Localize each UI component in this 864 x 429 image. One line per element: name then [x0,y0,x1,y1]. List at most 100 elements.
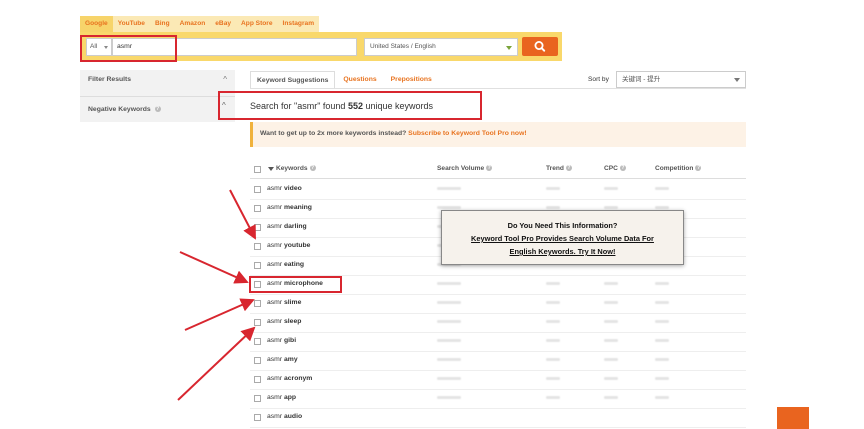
info-icon: ? [695,165,702,172]
blurred-competition [655,187,669,190]
keyword-prefix: asmr [267,318,283,325]
col-keywords[interactable]: Keywords? [276,165,316,172]
keyword-prefix: asmr [267,337,283,344]
tab-ebay[interactable]: eBay [210,16,236,32]
table-row[interactable]: asmr slime [250,294,746,314]
tab-questions[interactable]: Questions [337,71,382,88]
promo-banner: Want to get up to 2x more keywords inste… [250,122,746,147]
sort-desc-icon[interactable] [268,167,274,172]
promo-text: Want to get up to 2x more keywords inste… [260,130,527,137]
upgrade-popup[interactable]: Do You Need This Information? Keyword To… [441,210,684,265]
select-all-checkbox[interactable] [254,166,261,173]
tab-keyword-suggestions[interactable]: Keyword Suggestions [250,71,336,89]
blurred-volume [437,187,461,190]
blurred-competition [655,206,669,209]
keyword-term: youtube [284,242,311,249]
sidebar-divider [80,96,235,97]
info-icon: ? [565,165,572,172]
blurred-trend [546,358,560,361]
row-checkbox[interactable] [254,205,261,212]
result-tabs: Keyword Suggestions Questions Prepositio… [250,71,440,89]
row-checkbox[interactable] [254,395,261,402]
filter-results-label: Filter Results [88,76,132,83]
tab-prepositions[interactable]: Prepositions [385,71,438,88]
col-keywords-label: Keywords [276,165,308,172]
row-checkbox[interactable] [254,338,261,345]
blurred-trend [546,187,560,190]
row-checkbox[interactable] [254,186,261,193]
caret-down-icon [734,78,740,82]
blurred-competition [655,301,669,304]
blurred-trend [546,282,560,285]
annotation-arrow [184,298,255,331]
keyword-term: slime [284,299,302,306]
annotation-box-microphone [249,276,342,293]
promo-accent-strip [250,122,253,147]
row-checkbox[interactable] [254,243,261,250]
row-checkbox[interactable] [254,357,261,364]
sort-select[interactable]: 关键词 - 提升 [616,71,746,88]
table-row[interactable]: asmr audio [250,408,746,428]
col-search-volume[interactable]: Search Volume? [437,165,493,172]
keyword-term: sleep [284,318,302,325]
col-competition[interactable]: Competition? [655,165,702,172]
keyword-cell: asmr darling [267,223,307,230]
tab-youtube[interactable]: YouTube [113,16,150,32]
tab-app-store[interactable]: App Store [236,16,278,32]
blurred-cpc [604,358,618,361]
search-button[interactable] [522,37,558,56]
tab-google[interactable]: Google [80,16,113,32]
blurred-volume [437,396,461,399]
keyword-cell: asmr gibi [267,337,296,344]
info-icon: ? [154,106,161,113]
col-cpc[interactable]: CPC? [604,165,626,172]
blurred-volume [437,282,461,285]
blurred-trend [546,339,560,342]
tab-amazon[interactable]: Amazon [175,16,211,32]
row-checkbox[interactable] [254,376,261,383]
col-trend[interactable]: Trend? [546,165,572,172]
location-value: United States / English [370,43,436,50]
table-row[interactable]: asmr video [250,180,746,200]
blurred-trend [546,396,560,399]
keyword-prefix: asmr [267,223,283,230]
location-select[interactable]: United States / English [364,38,518,56]
negative-keywords-toggle[interactable]: Negative Keywords ? [80,100,235,120]
keyword-prefix: asmr [267,413,283,420]
sidebar: Filter Results ^ Negative Keywords ? [80,70,235,122]
row-checkbox[interactable] [254,262,261,269]
tab-instagram[interactable]: Instagram [278,16,320,32]
annotation-box-search [80,35,177,62]
table-row[interactable]: asmr sleep [250,313,746,333]
keyword-term: darling [284,223,307,230]
popup-link-line2[interactable]: English Keywords. Try It Now! [442,247,683,256]
blurred-trend [546,301,560,304]
popup-link-line1[interactable]: Keyword Tool Pro Provides Search Volume … [442,234,683,243]
blurred-cpc [604,301,618,304]
keyword-prefix: asmr [267,299,283,306]
blurred-cpc [604,339,618,342]
keyword-cell: asmr meaning [267,204,312,211]
row-checkbox[interactable] [254,414,261,421]
negative-keywords-label: Negative Keywords [88,106,151,113]
subscribe-link[interactable]: Subscribe to Keyword Tool Pro now! [408,130,526,137]
table-row[interactable]: asmr amy [250,351,746,371]
table-row[interactable]: asmr gibi [250,332,746,352]
row-checkbox[interactable] [254,300,261,307]
keyword-term: app [284,394,297,401]
blurred-cpc [604,187,618,190]
row-checkbox[interactable] [254,224,261,231]
tab-bing[interactable]: Bing [150,16,175,32]
keyword-prefix: asmr [267,204,283,211]
blurred-trend [546,206,560,209]
col-volume-label: Search Volume [437,165,485,172]
col-trend-label: Trend [546,165,564,172]
row-checkbox[interactable] [254,319,261,326]
blurred-competition [655,377,669,380]
source-tabs: Google YouTube Bing Amazon eBay App Stor… [80,16,320,32]
table-row[interactable]: asmr acronym [250,370,746,390]
table-row[interactable]: asmr app [250,389,746,409]
blurred-volume [437,358,461,361]
caret-down-icon [506,46,512,50]
filter-results-toggle[interactable]: Filter Results ^ [80,70,235,90]
